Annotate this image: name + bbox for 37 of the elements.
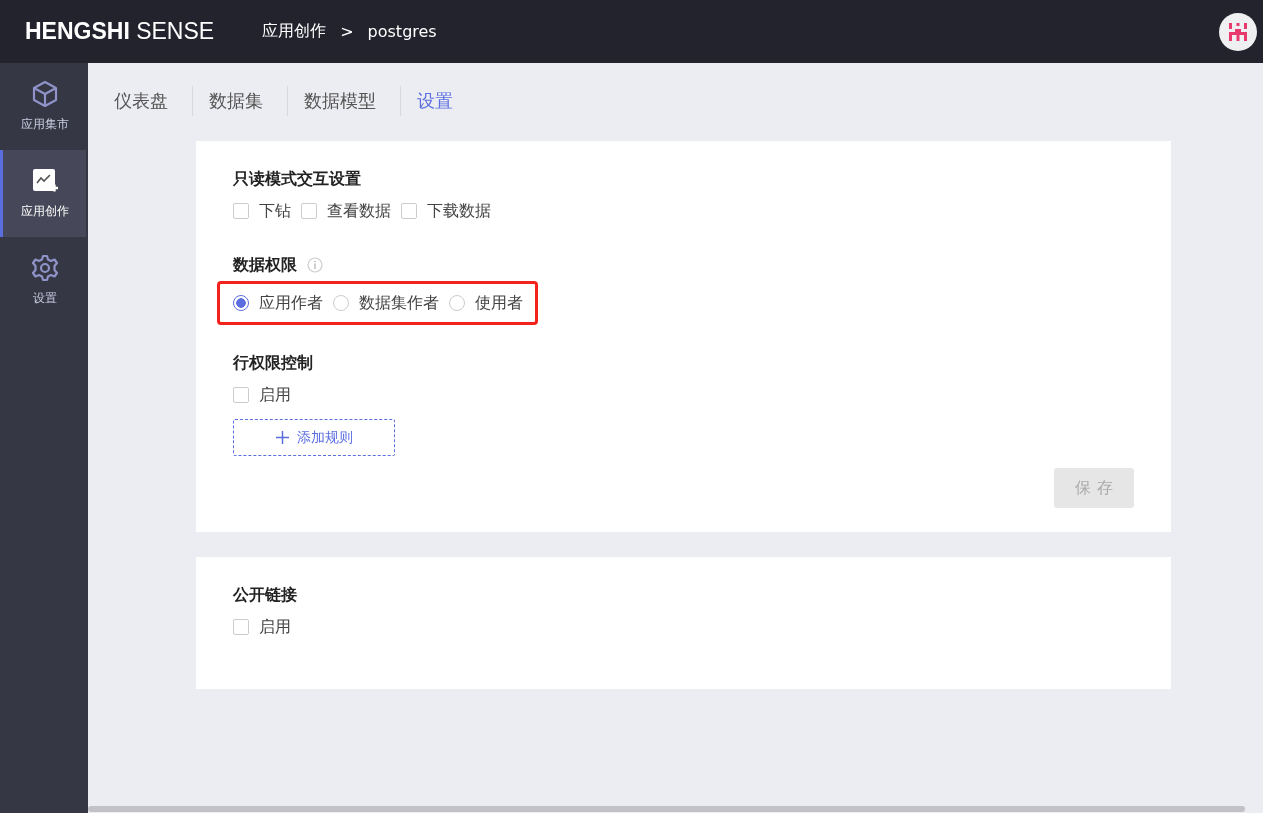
logo[interactable]: HENGSHI SENSE <box>25 18 215 45</box>
settings-icon <box>30 254 59 282</box>
tab[interactable]: 数据集 <box>193 86 288 116</box>
option-label: 使用者 <box>475 292 523 314</box>
sidebar-item[interactable]: 设置 <box>0 237 86 324</box>
breadcrumb-separator: > <box>340 22 354 41</box>
checkbox[interactable] <box>401 203 417 219</box>
option-label: 数据集作者 <box>359 292 439 314</box>
breadcrumb-item[interactable]: postgres <box>367 22 437 41</box>
tab[interactable]: 数据模型 <box>288 86 401 116</box>
section-title: 数据权限 <box>233 254 297 276</box>
checkbox[interactable] <box>233 619 249 635</box>
section-title: 行权限控制 <box>233 352 313 374</box>
radio-button[interactable] <box>233 295 249 311</box>
avatar[interactable] <box>1219 12 1257 51</box>
section-title: 公开链接 <box>233 584 297 606</box>
add-rule-button[interactable]: 添加规则 <box>233 419 395 456</box>
info-icon[interactable] <box>307 257 323 273</box>
option-label: 启用 <box>259 384 291 406</box>
plus-icon <box>275 431 289 444</box>
option-label: 启用 <box>259 616 291 638</box>
tab[interactable]: 设置 <box>401 86 477 116</box>
tab[interactable]: 仪表盘 <box>98 86 193 116</box>
cube-icon <box>30 80 59 108</box>
section-title: 只读模式交互设置 <box>233 168 361 190</box>
sidebar-item[interactable]: 应用集市 <box>0 63 86 150</box>
option-label: 下载数据 <box>427 200 491 222</box>
scrollbar[interactable] <box>88 806 1245 812</box>
sidebar-item[interactable]: 应用创作 <box>0 150 86 237</box>
checkbox[interactable] <box>233 387 249 403</box>
breadcrumb-item[interactable]: 应用创作 <box>262 21 327 42</box>
chart-add-icon <box>30 167 59 195</box>
option-label: 下钻 <box>259 200 291 222</box>
checkbox[interactable] <box>233 203 249 219</box>
option-label: 查看数据 <box>327 200 391 222</box>
option-label: 应用作者 <box>259 292 323 314</box>
checkbox[interactable] <box>301 203 317 219</box>
